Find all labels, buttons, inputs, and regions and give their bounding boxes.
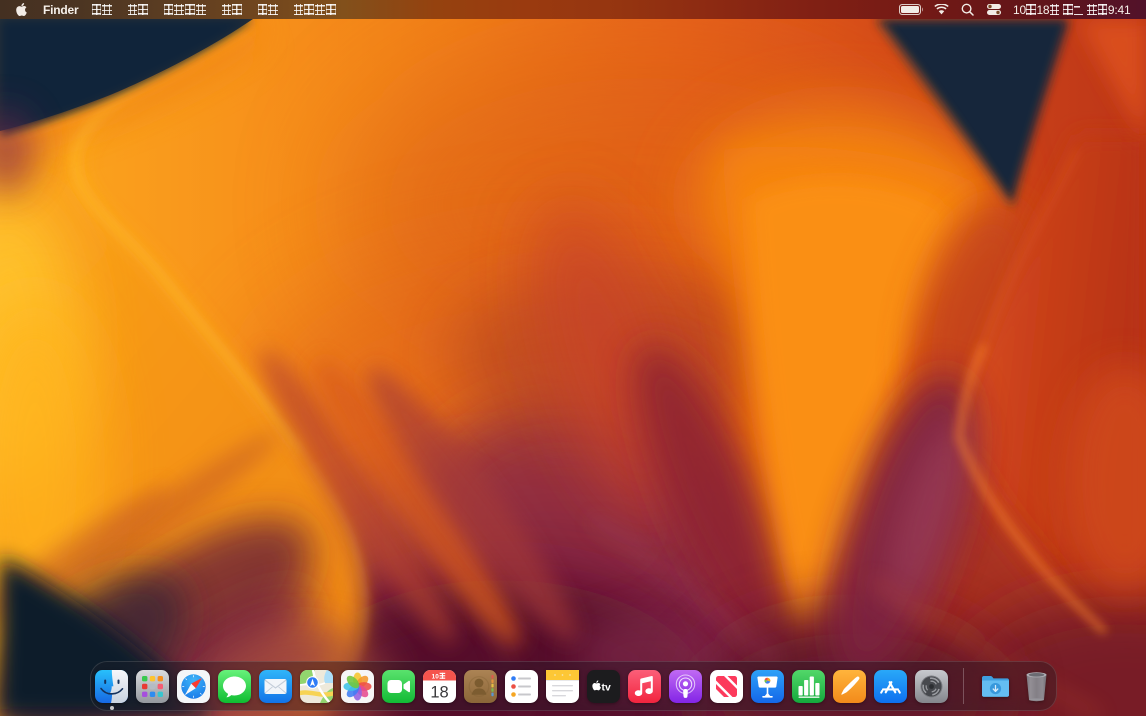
svg-text:10: 10 — [432, 673, 440, 680]
svg-text:tv: tv — [602, 682, 611, 693]
svg-text:18: 18 — [430, 683, 448, 701]
